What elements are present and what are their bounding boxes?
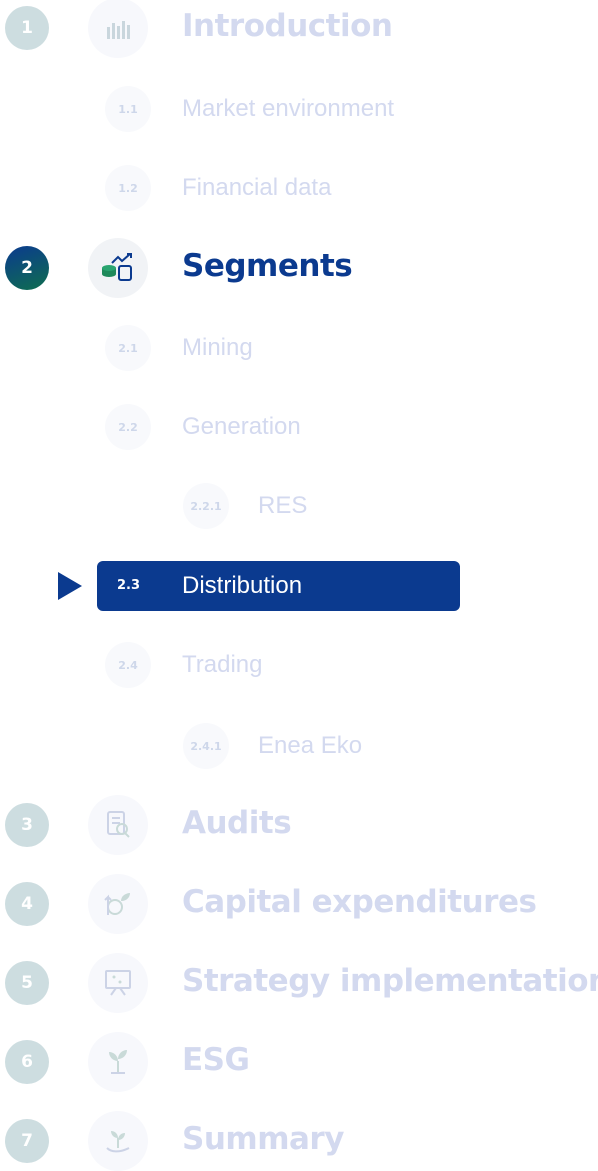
subsection-label: Enea Eko (258, 732, 363, 759)
presentation-board-icon (88, 953, 148, 1013)
toc-section-capital-expenditures[interactable]: 4 Capital expenditures (0, 874, 598, 934)
subsection-number-badge: 2.1 (105, 325, 151, 371)
toc-subsection-2-2-1[interactable]: 2.2.1 RES (0, 481, 598, 531)
section-title: Capital expenditures (182, 884, 537, 920)
plant-hand-icon (88, 1111, 148, 1171)
toc-section-introduction[interactable]: 1 Introduction (0, 0, 598, 60)
toc-subsection-1-2[interactable]: 1.2 Financial data (0, 163, 598, 213)
toc-subsection-2-2[interactable]: 2.2 Generation (0, 402, 598, 452)
toc-section-audits[interactable]: 3 Audits (0, 795, 598, 855)
section-title: Summary (182, 1121, 344, 1157)
subsection-label: Market environment (182, 95, 395, 122)
subsection-number-badge: 2.2.1 (183, 483, 229, 529)
section-number-badge: 1 (5, 6, 49, 50)
subsection-number-badge: 2.2 (105, 404, 151, 450)
subsection-label: Trading (182, 651, 263, 678)
toc-subsection-1-1[interactable]: 1.1 Market environment (0, 84, 598, 134)
subsection-number-badge: 2.4.1 (183, 723, 229, 769)
document-search-icon (88, 795, 148, 855)
section-number-badge: 3 (5, 803, 49, 847)
chart-growth-icon (88, 0, 148, 58)
section-title: Strategy implementation (182, 963, 598, 999)
toc-section-segments[interactable]: 2 Segments (0, 238, 598, 300)
toc-section-strategy-implementation[interactable]: 5 Strategy implementation (0, 953, 598, 1013)
toc-subsection-2-4-1[interactable]: 2.4.1 Enea Eko (0, 721, 598, 771)
toc-subsection-2-4[interactable]: 2.4 Trading (0, 640, 598, 690)
subsection-label: Distribution (182, 572, 303, 599)
coins-growth-icon (88, 238, 148, 298)
investment-plant-icon (88, 874, 148, 934)
section-title: ESG (182, 1042, 250, 1078)
section-number-badge: 5 (5, 961, 49, 1005)
toc-section-summary[interactable]: 7 Summary (0, 1111, 598, 1171)
section-number-badge: 2 (5, 246, 49, 290)
section-title: Audits (182, 805, 292, 841)
section-number-badge: 7 (5, 1119, 49, 1163)
subsection-label: Financial data (182, 174, 332, 201)
subsection-label: Mining (182, 334, 253, 361)
sprout-icon (88, 1032, 148, 1092)
subsection-number: 2.3 (117, 578, 141, 593)
subsection-label: RES (258, 492, 308, 519)
toc-subsection-2-3-active[interactable]: 2.3 Distribution (97, 561, 460, 611)
subsection-number-badge: 1.2 (105, 165, 151, 211)
toc-subsection-2-1[interactable]: 2.1 Mining (0, 323, 598, 373)
subsection-number-badge: 1.1 (105, 86, 151, 132)
toc-section-esg[interactable]: 6 ESG (0, 1032, 598, 1092)
section-number-badge: 6 (5, 1040, 49, 1084)
section-number-badge: 4 (5, 882, 49, 926)
section-title: Introduction (182, 8, 393, 44)
subsection-label: Generation (182, 413, 301, 440)
subsection-number-badge: 2.4 (105, 642, 151, 688)
current-position-arrow-icon (58, 572, 82, 600)
section-title: Segments (182, 248, 353, 284)
